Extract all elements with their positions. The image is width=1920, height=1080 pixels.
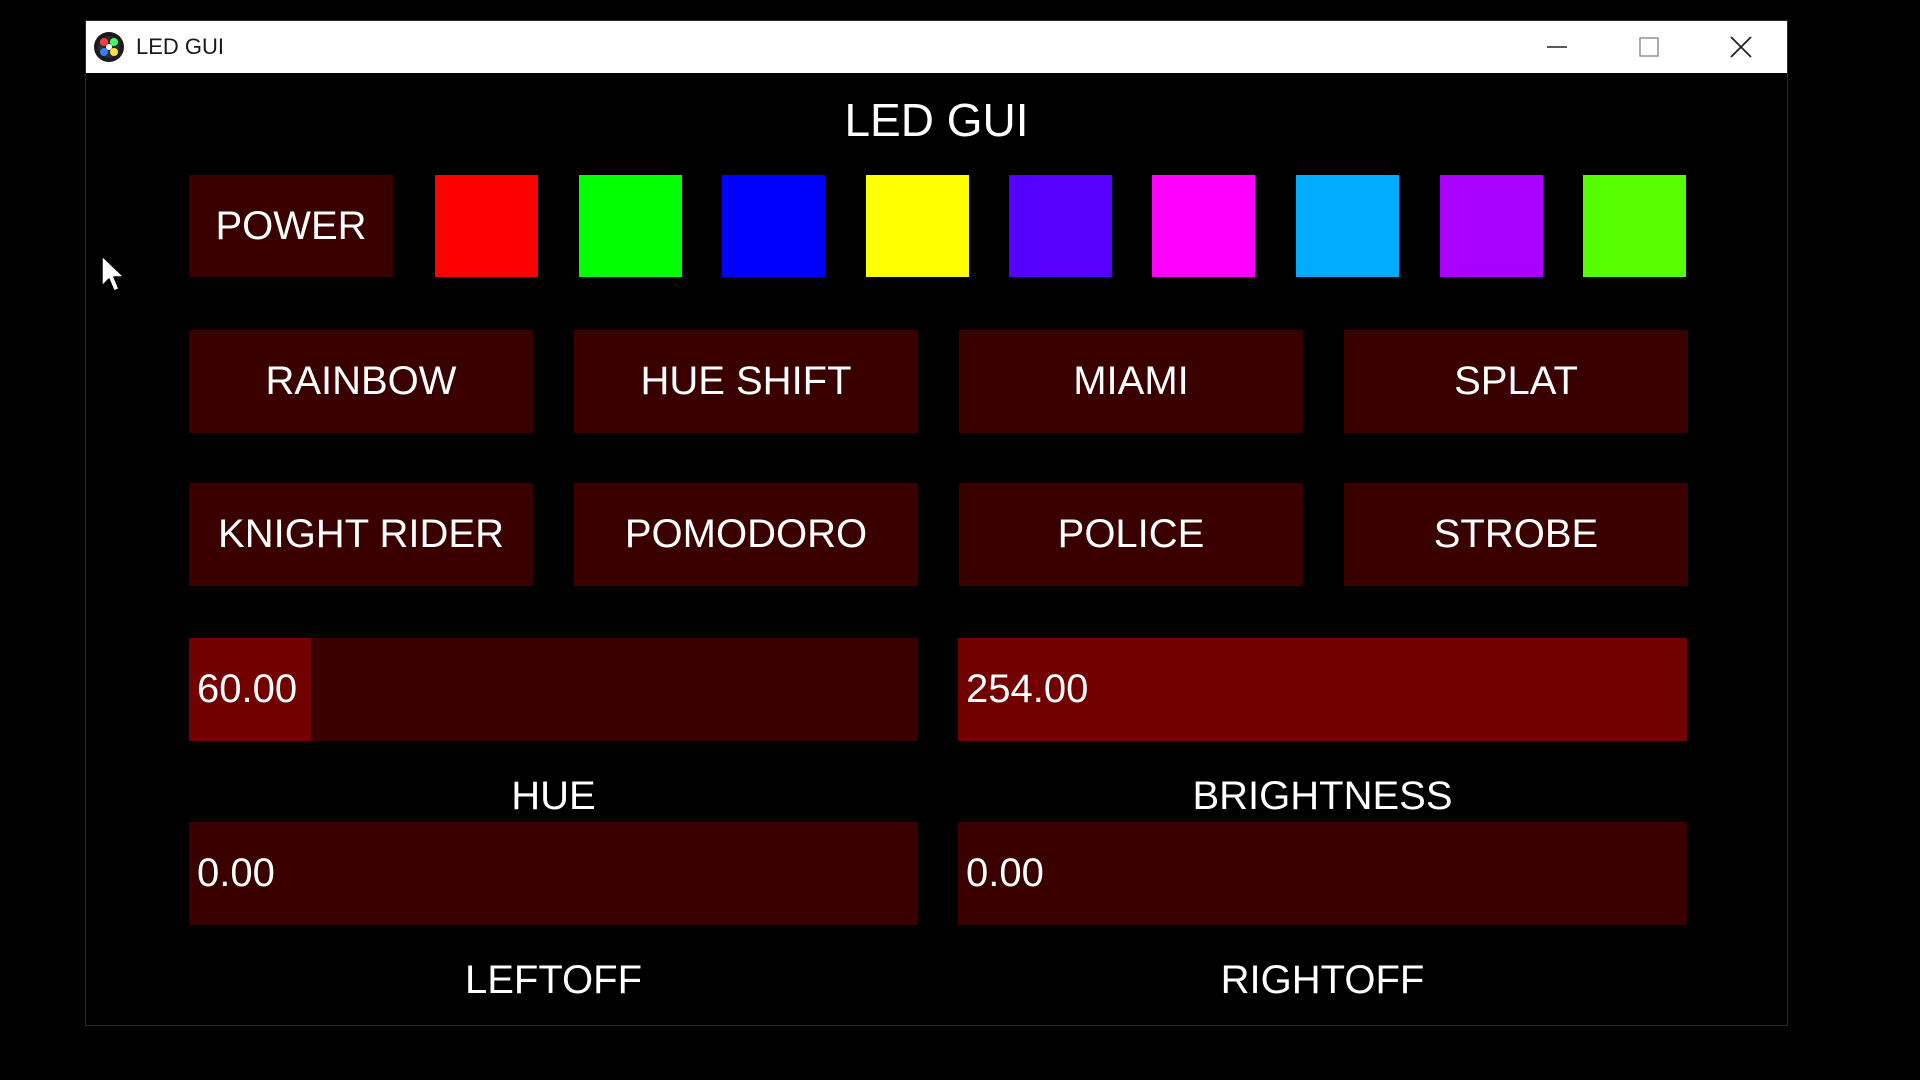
knight-rider-button[interactable]: KNIGHT RIDER	[189, 483, 533, 586]
color-swatch-lime[interactable]	[1583, 175, 1686, 277]
minimize-icon	[1546, 36, 1568, 58]
title-bar[interactable]: LED GUI	[86, 21, 1787, 73]
rightoff-slider[interactable]: 0.00	[958, 822, 1687, 925]
hue-slider[interactable]: 60.00	[189, 638, 918, 741]
maximize-button[interactable]	[1603, 21, 1695, 73]
leftoff-label: LEFTOFF	[464, 958, 643, 1002]
rightoff-label: RIGHTOFF	[1220, 958, 1425, 1002]
brightness-label: BRIGHTNESS	[1192, 774, 1453, 818]
pomodoro-button[interactable]: POMODORO	[574, 483, 918, 586]
color-swatch-magenta[interactable]	[1152, 175, 1255, 277]
leftoff-slider[interactable]: 0.00	[189, 822, 918, 925]
close-icon	[1730, 36, 1752, 58]
color-swatch-green[interactable]	[579, 175, 682, 277]
page-title: LED GUI	[844, 94, 1029, 146]
window-title: LED GUI	[136, 34, 225, 59]
mouse-cursor-icon	[101, 255, 127, 295]
color-swatch-red[interactable]	[435, 175, 538, 277]
minimize-button[interactable]	[1511, 21, 1603, 73]
brightness-value: 254.00	[966, 667, 1089, 711]
miami-button[interactable]: MIAMI	[959, 330, 1303, 433]
color-swatch-purple[interactable]	[1440, 175, 1543, 277]
strobe-button[interactable]: STROBE	[1344, 483, 1688, 586]
app-window: LED GUI LED GUI POWER RAINBOW HUE SHIFT …	[85, 20, 1788, 1026]
power-button[interactable]: POWER	[189, 175, 393, 277]
brightness-slider[interactable]: 254.00	[958, 638, 1687, 741]
rightoff-value: 0.00	[966, 851, 1044, 895]
splat-button[interactable]: SPLAT	[1344, 330, 1688, 433]
police-button[interactable]: POLICE	[959, 483, 1303, 586]
app-logo-icon	[93, 31, 125, 63]
color-swatch-sky-blue[interactable]	[1296, 175, 1399, 277]
leftoff-value: 0.00	[197, 851, 275, 895]
rainbow-button[interactable]: RAINBOW	[189, 330, 533, 433]
hue-shift-button[interactable]: HUE SHIFT	[574, 330, 918, 433]
close-button[interactable]	[1695, 21, 1787, 73]
color-swatch-blue[interactable]	[722, 175, 825, 277]
hue-value: 60.00	[197, 667, 298, 711]
color-swatch-yellow[interactable]	[866, 175, 969, 277]
color-swatch-indigo[interactable]	[1009, 175, 1112, 277]
maximize-icon	[1638, 36, 1660, 58]
hue-label: HUE	[511, 774, 596, 818]
